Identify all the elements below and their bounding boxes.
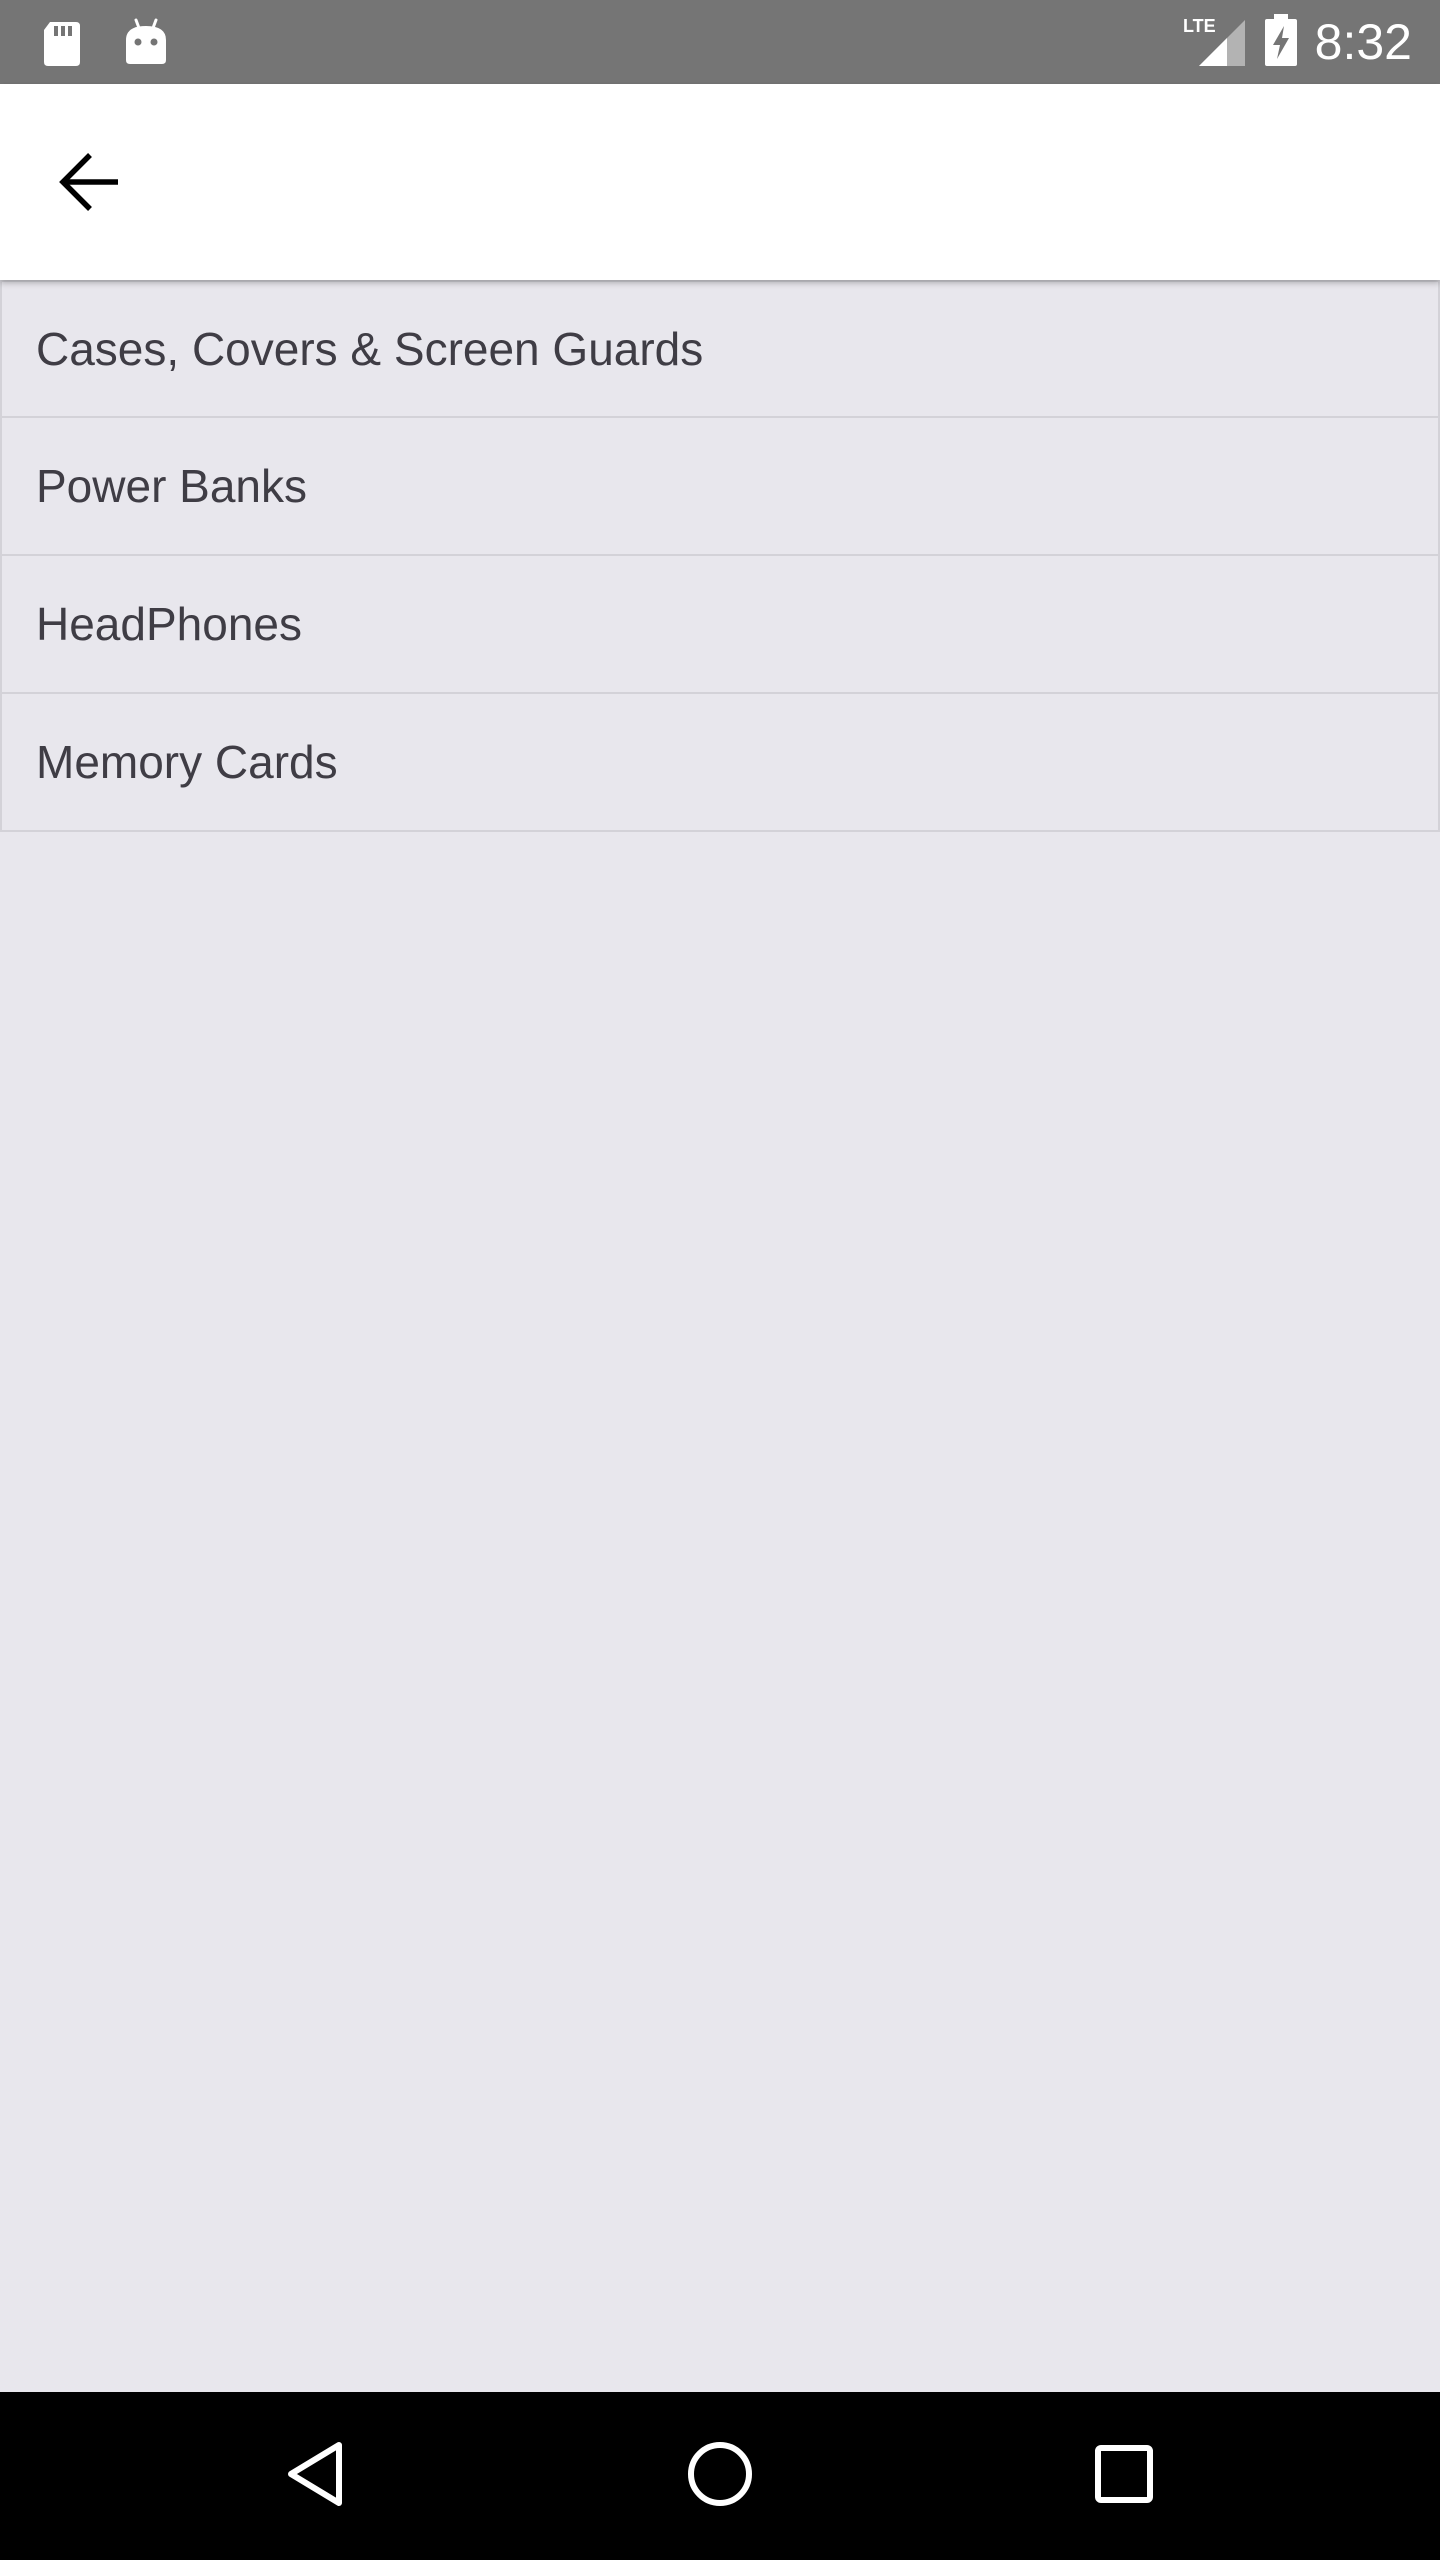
list-item[interactable]: Cases, Covers & Screen Guards [0, 280, 1440, 418]
list-item[interactable]: HeadPhones [0, 556, 1440, 694]
nav-recents-button[interactable] [1074, 2426, 1174, 2526]
sd-card-icon [36, 14, 92, 70]
app-bar [0, 84, 1440, 280]
back-button[interactable] [40, 134, 140, 234]
list-item-label: Power Banks [36, 460, 308, 512]
navigation-bar [0, 2392, 1440, 2560]
category-list: Cases, Covers & Screen Guards Power Bank… [0, 280, 1440, 832]
nav-home-icon [685, 2439, 755, 2514]
lte-signal-icon: LTE [1181, 12, 1247, 73]
list-item-label: Memory Cards [36, 736, 338, 788]
nav-home-button[interactable] [670, 2426, 770, 2526]
list-item[interactable]: Power Banks [0, 418, 1440, 556]
nav-back-button[interactable] [266, 2426, 366, 2526]
battery-charging-icon [1261, 12, 1301, 73]
arrow-back-icon [58, 150, 122, 219]
status-time: 8:32 [1314, 14, 1412, 70]
nav-recents-icon [1089, 2439, 1159, 2514]
status-indicators: LTE 8:32 [1181, 0, 1412, 84]
nav-back-icon [281, 2439, 351, 2514]
list-item-label: Cases, Covers & Screen Guards [36, 323, 704, 375]
list-item-label: HeadPhones [36, 598, 302, 650]
svg-text:LTE: LTE [1183, 16, 1216, 36]
list-item[interactable]: Memory Cards [0, 694, 1440, 832]
status-bar: LTE 8:32 [0, 0, 1440, 84]
android-icon [118, 14, 174, 70]
